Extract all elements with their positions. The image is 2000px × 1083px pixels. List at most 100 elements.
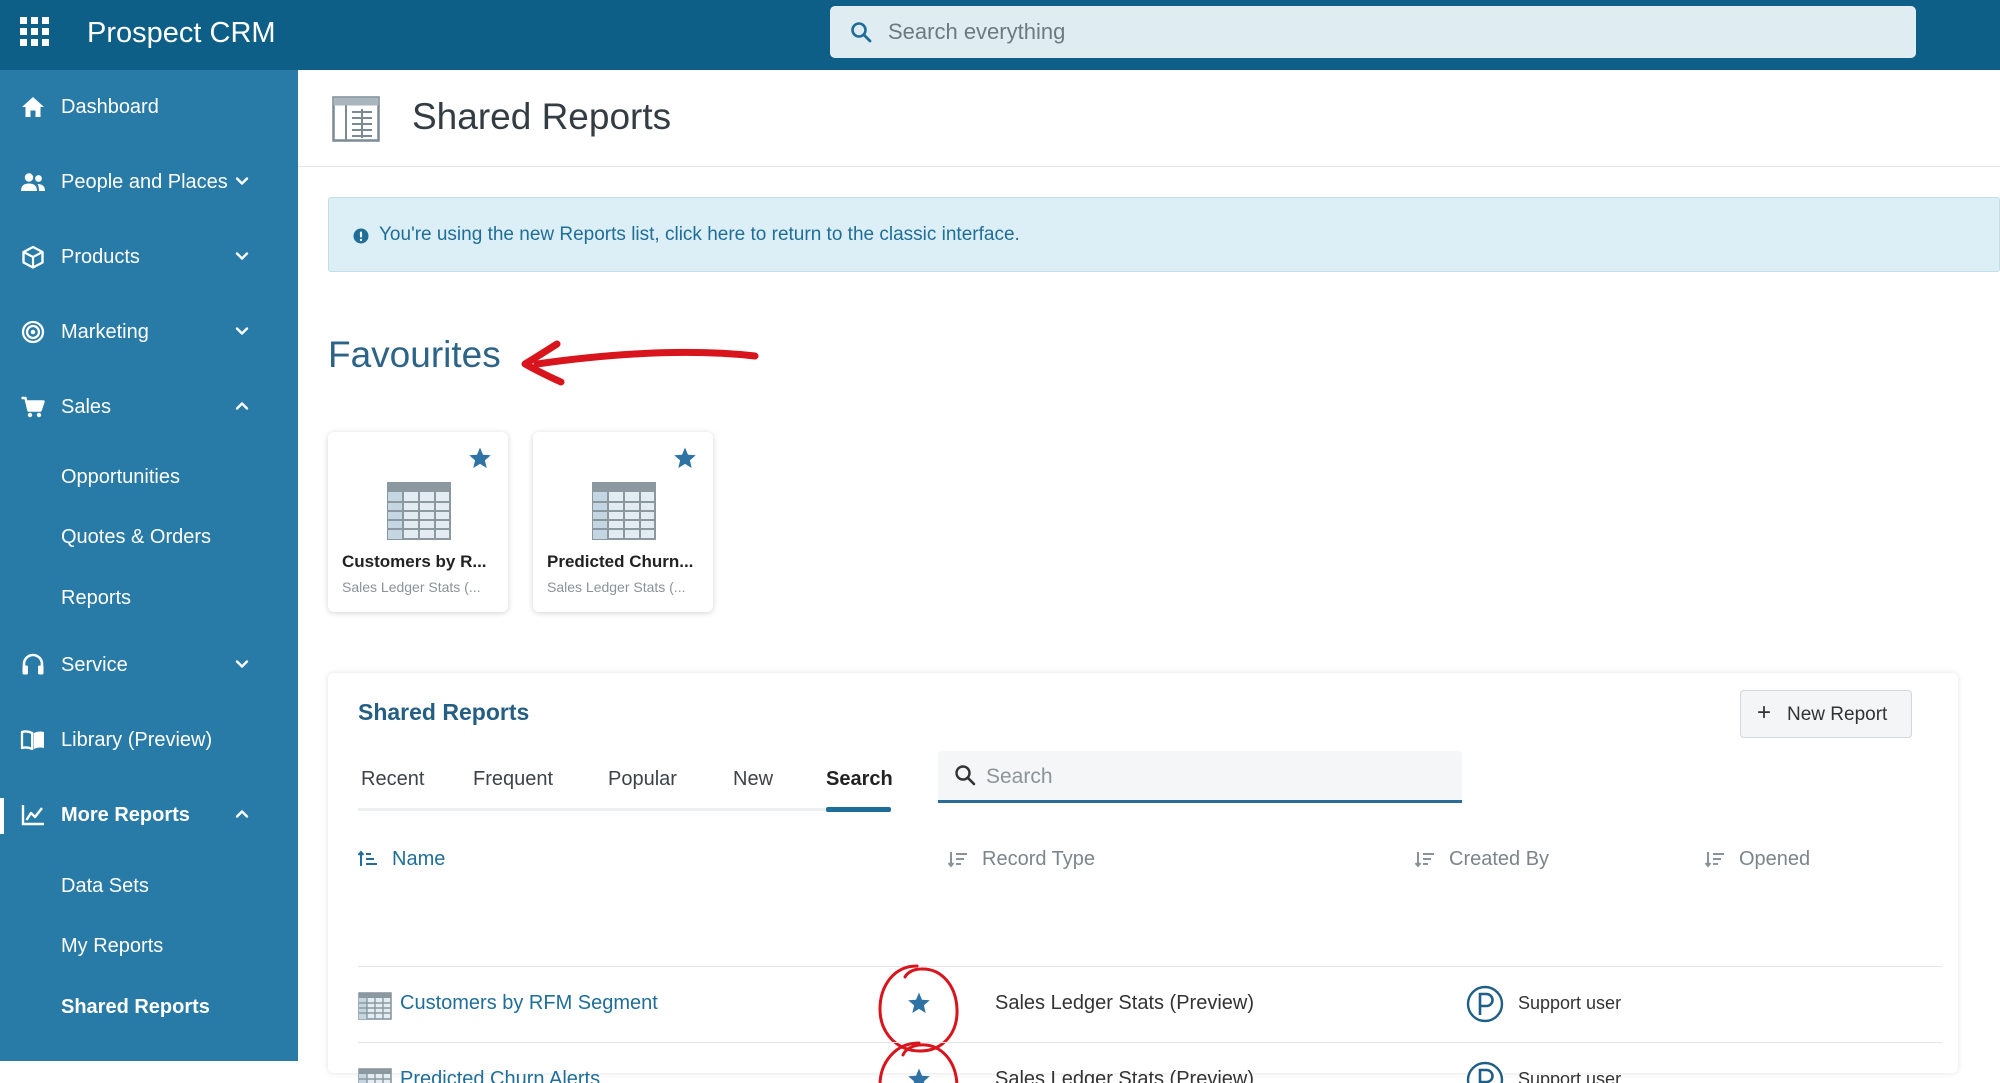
new-report-label: New Report xyxy=(1787,704,1888,725)
column-header-label: Record Type xyxy=(982,848,1096,870)
favourite-card-subtitle: Sales Ledger Stats (... xyxy=(547,579,686,595)
shared-reports-panel: Shared Reports + New Report Recent Frequ… xyxy=(328,673,1958,1083)
record-type: Sales Ledger Stats (Preview) xyxy=(995,1068,1255,1083)
sidebar-item-shared-reports[interactable]: Shared Reports xyxy=(0,984,298,1028)
global-search-input[interactable] xyxy=(888,14,1888,50)
tabs-track xyxy=(358,808,890,811)
chevron-down-icon xyxy=(235,327,249,335)
sidebar-item-label: My Reports xyxy=(61,935,164,957)
sidebar-item-quotes-orders[interactable]: Quotes & Orders xyxy=(0,514,298,558)
column-header-label: Opened xyxy=(1739,848,1811,870)
tab-frequent[interactable]: Frequent xyxy=(473,766,553,792)
report-name-link[interactable]: Predicted Churn Alerts xyxy=(400,1068,600,1083)
column-header-name[interactable]: Name xyxy=(358,847,445,871)
column-header-label: Created By xyxy=(1449,848,1550,870)
sidebar-item-label: Products xyxy=(61,246,140,268)
sidebar-item-label: Data Sets xyxy=(61,875,149,897)
report-search-box[interactable] xyxy=(938,751,1462,803)
sidebar-item-more-reports[interactable]: More Reports xyxy=(0,790,298,840)
sidebar-item-sales[interactable]: Sales xyxy=(0,382,298,432)
created-by: Support user xyxy=(1518,993,1622,1013)
chevron-down-icon xyxy=(235,252,249,260)
sidebar-item-service[interactable]: Service xyxy=(0,640,298,690)
sidebar-item-people-and-places[interactable]: People and Places xyxy=(0,157,298,207)
app-launcher-icon[interactable] xyxy=(20,17,50,47)
sidebar-item-library[interactable]: Library (Preview) xyxy=(0,715,298,765)
cart-icon xyxy=(21,396,45,418)
active-tab-indicator xyxy=(826,807,891,812)
sidebar-item-products[interactable]: Products xyxy=(0,232,298,282)
sidebar-item-label: Sales xyxy=(61,396,112,418)
table-row[interactable]: Customers by RFM Segment Sales Ledger St… xyxy=(358,964,1942,1053)
chart-icon xyxy=(21,805,44,826)
favourite-card[interactable]: Predicted Churn... Sales Ledger Stats (.… xyxy=(533,432,713,612)
tab-new[interactable]: New xyxy=(733,766,773,792)
column-header-opened[interactable]: Opened xyxy=(1705,847,1810,871)
annotation-arrow-icon xyxy=(521,340,759,386)
page-title: Shared Reports xyxy=(412,96,672,137)
tab-search[interactable]: Search xyxy=(826,766,893,792)
panel-title: Shared Reports xyxy=(358,699,530,725)
star-icon[interactable] xyxy=(907,991,931,1015)
star-icon[interactable] xyxy=(468,446,492,470)
sidebar-item-label: More Reports xyxy=(61,804,190,826)
report-grid-icon xyxy=(358,1068,392,1083)
favourite-card-title: Predicted Churn... xyxy=(547,552,694,571)
sidebar-item-label: Service xyxy=(61,654,128,676)
chevron-down-icon xyxy=(235,177,249,185)
headset-icon xyxy=(22,653,44,675)
classic-interface-banner[interactable]: You're using the new Reports list, click… xyxy=(328,197,2000,272)
tab-popular[interactable]: Popular xyxy=(608,766,677,792)
avatar xyxy=(1466,1061,1504,1083)
sidebar-item-label: Library (Preview) xyxy=(61,729,213,751)
table-row[interactable]: Predicted Churn Alerts Sales Ledger Stat… xyxy=(358,1041,1942,1083)
banner-text[interactable]: You're using the new Reports list, click… xyxy=(379,223,1020,247)
home-icon xyxy=(22,97,44,117)
search-icon xyxy=(851,22,872,43)
chevron-up-icon xyxy=(235,402,249,410)
top-bar: Prospect CRM xyxy=(0,0,2000,70)
book-icon xyxy=(20,730,44,751)
sidebar-item-label: Dashboard xyxy=(61,96,159,118)
sort-ascending-icon xyxy=(358,850,377,866)
sidebar-item-reports[interactable]: Reports xyxy=(0,575,298,619)
sidebar-item-label: Opportunities xyxy=(61,466,180,488)
sidebar-item-label: Shared Reports xyxy=(61,996,210,1018)
report-grid-icon xyxy=(332,96,380,142)
info-icon xyxy=(353,228,369,244)
app-window: Prospect CRM Dashboard People and Place xyxy=(0,0,2000,1083)
sort-icon xyxy=(948,852,967,868)
sidebar-item-label: Quotes & Orders xyxy=(61,526,212,548)
report-grid-icon xyxy=(592,482,656,540)
app-title[interactable]: Prospect CRM xyxy=(87,15,276,51)
report-search-input[interactable] xyxy=(986,759,1446,795)
tab-recent[interactable]: Recent xyxy=(361,766,424,792)
box-icon xyxy=(22,245,44,269)
sidebar-item-dashboard[interactable]: Dashboard xyxy=(0,82,298,132)
chevron-down-icon xyxy=(235,660,249,668)
column-header-created-by[interactable]: Created By xyxy=(1415,847,1549,871)
star-icon[interactable] xyxy=(673,446,697,470)
sort-icon xyxy=(1705,852,1724,868)
global-search-box[interactable] xyxy=(830,6,1916,58)
sidebar-item-my-reports[interactable]: My Reports xyxy=(0,923,298,967)
sidebar-item-label: People and Places xyxy=(61,171,228,193)
favourite-card[interactable]: Customers by R... Sales Ledger Stats (..… xyxy=(328,432,508,612)
page-header: Shared Reports xyxy=(298,70,2000,167)
sidebar-item-marketing[interactable]: Marketing xyxy=(0,307,298,357)
sidebar-item-data-sets[interactable]: Data Sets xyxy=(0,863,298,907)
chevron-up-icon xyxy=(235,810,249,818)
sidebar-item-opportunities[interactable]: Opportunities xyxy=(0,454,298,498)
sort-icon xyxy=(1415,852,1434,868)
column-header-record-type[interactable]: Record Type xyxy=(948,847,1095,871)
report-name-link[interactable]: Customers by RFM Segment xyxy=(400,992,658,1015)
search-icon xyxy=(955,765,976,786)
record-type: Sales Ledger Stats (Preview) xyxy=(995,992,1255,1014)
new-report-button[interactable]: + New Report xyxy=(1740,690,1912,738)
star-icon[interactable] xyxy=(907,1067,931,1083)
report-grid-icon xyxy=(358,992,392,1020)
favourite-card-title: Customers by R... xyxy=(342,552,487,571)
people-icon xyxy=(21,173,45,191)
created-by: Support user xyxy=(1518,1069,1622,1083)
sidebar-item-label: Marketing xyxy=(61,321,149,343)
